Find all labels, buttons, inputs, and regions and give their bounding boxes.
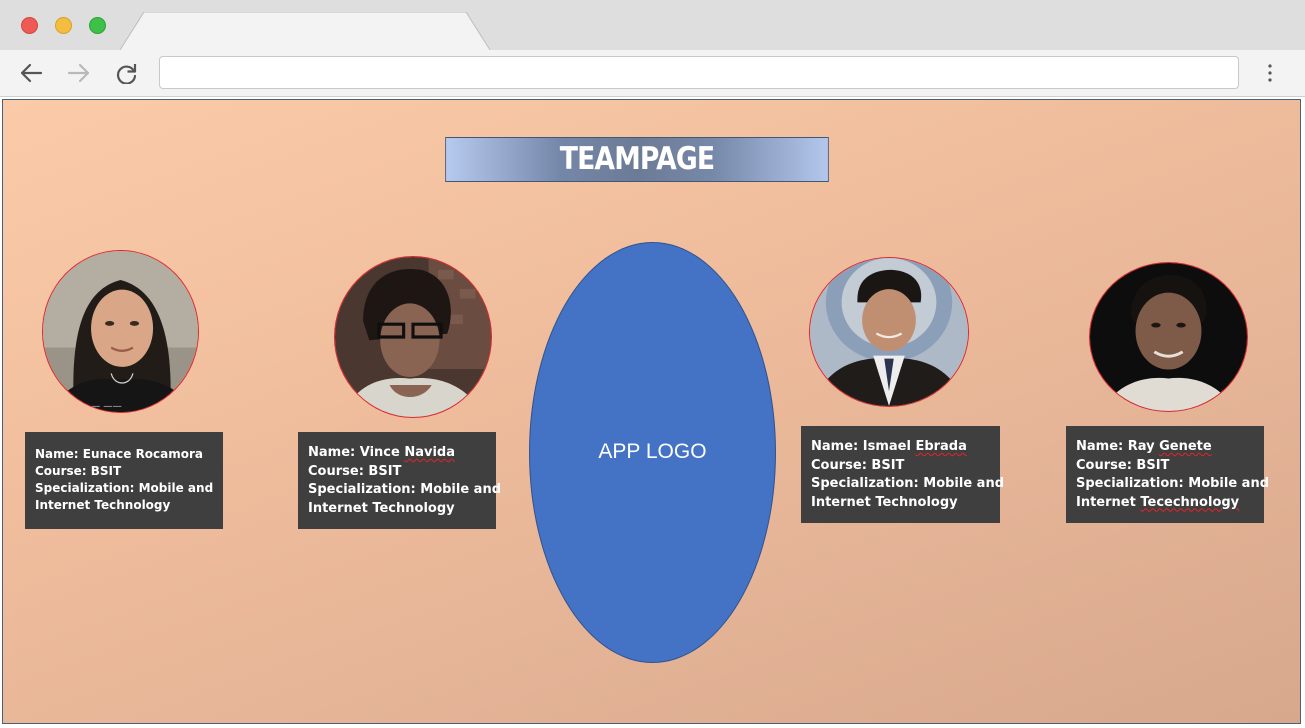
member-name: Name: Eunace Rocamora bbox=[35, 447, 204, 461]
member-specialization: Specialization: Mobile and bbox=[308, 482, 502, 497]
browser-tab[interactable] bbox=[120, 12, 492, 51]
member-course: Course: BSIT bbox=[1076, 457, 1170, 473]
member-specialization: Specialization: Mobile and bbox=[35, 481, 214, 495]
member-course: Course: BSIT bbox=[811, 457, 905, 473]
member-course: Course: BSIT bbox=[35, 464, 122, 478]
member-specialization-cont: Internet Tecechnology bbox=[1076, 494, 1240, 510]
back-arrow-icon[interactable] bbox=[18, 62, 44, 84]
address-bar[interactable] bbox=[159, 56, 1239, 89]
svg-text:—— ——: —— —— bbox=[82, 401, 122, 412]
forward-arrow-icon[interactable] bbox=[66, 62, 92, 84]
member-photo-eunace: —— —— bbox=[42, 250, 199, 413]
member-name: Name: Ray Genete bbox=[1076, 439, 1212, 454]
member-card-ray: Name: Ray Genete Course: BSIT Specializa… bbox=[1066, 426, 1270, 523]
maximize-window-icon[interactable] bbox=[89, 17, 106, 34]
close-window-icon[interactable] bbox=[21, 17, 38, 34]
member-name: Name: Ismael Ebrada bbox=[811, 439, 967, 454]
member-photo-ray bbox=[1089, 262, 1248, 412]
member-specialization: Specialization: Mobile and bbox=[811, 476, 1005, 491]
page-title: TEAMPAGE bbox=[445, 137, 829, 182]
browser-titlebar bbox=[0, 0, 1305, 51]
reload-icon[interactable] bbox=[114, 62, 140, 84]
member-name: Name: Vince Navida bbox=[308, 445, 456, 460]
member-specialization-cont: Internet Technology bbox=[308, 500, 455, 516]
member-card-eunace: Name: Eunace Rocamora Course: BSIT Speci… bbox=[25, 432, 223, 529]
member-card-ismael: Name: Ismael Ebrada Course: BSIT Special… bbox=[801, 426, 1005, 523]
member-photo-ismael bbox=[809, 257, 969, 407]
member-specialization-cont: Internet Technology bbox=[35, 498, 171, 512]
minimize-window-icon[interactable] bbox=[55, 17, 72, 34]
member-card-vince: Name: Vince Navida Course: BSIT Speciali… bbox=[298, 432, 502, 529]
member-photo-vince bbox=[334, 256, 492, 418]
team-page: TEAMPAGE —— —— APP LOGO Name: Eunace Roc… bbox=[2, 99, 1301, 724]
member-course: Course: BSIT bbox=[308, 463, 402, 479]
member-specialization-cont: Internet Technology bbox=[811, 494, 958, 510]
app-logo-label: APP LOGO bbox=[598, 440, 707, 463]
more-vertical-icon[interactable] bbox=[1264, 62, 1276, 84]
member-specialization: Specialization: Mobile and bbox=[1076, 476, 1270, 491]
